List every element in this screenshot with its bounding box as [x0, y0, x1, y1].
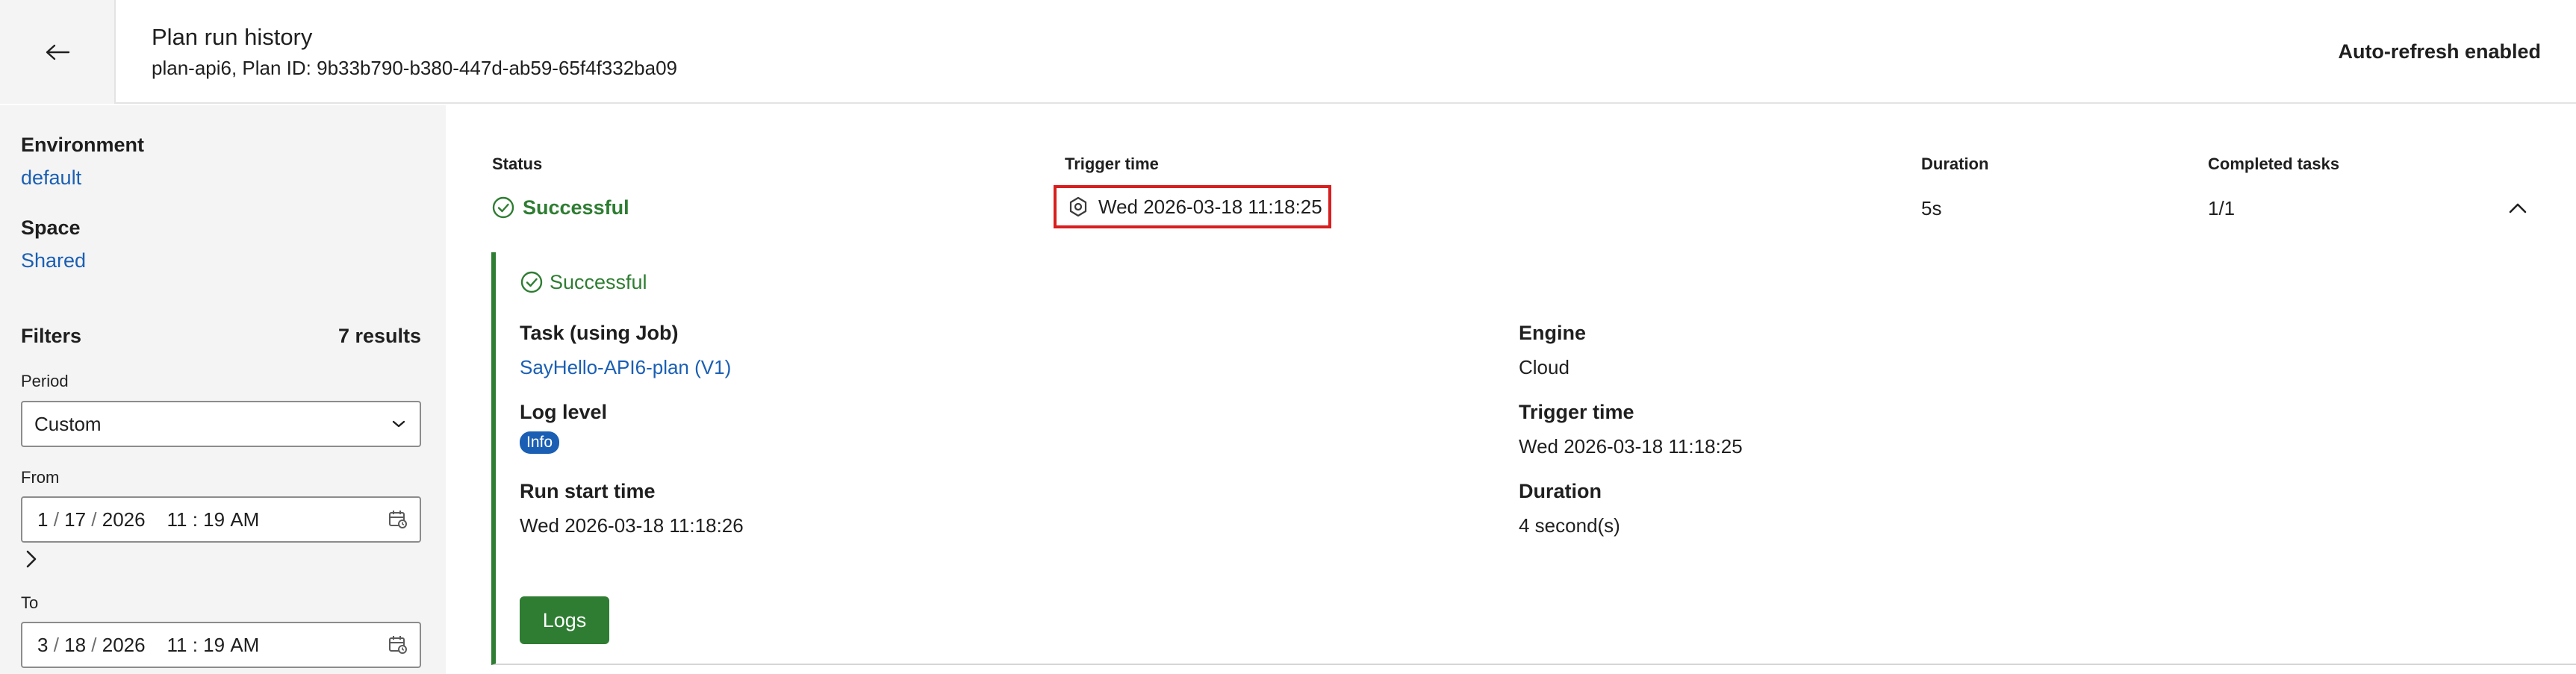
to-day[interactable]: 18	[64, 634, 86, 657]
run-detail-panel: Successful Task (using Job) SayHello-API…	[491, 252, 2576, 665]
detail-trigger-time-value: Wed 2026-03-18 11:18:25	[1519, 435, 1743, 458]
space-label: Space	[21, 216, 81, 239]
auto-refresh-status: Auto-refresh enabled	[2338, 40, 2541, 63]
chevron-down-icon	[392, 420, 405, 428]
detail-trigger-time-label: Trigger time	[1519, 401, 1634, 423]
column-header-status[interactable]: Status	[492, 155, 542, 174]
from-datetime-input[interactable]: 1 / 17 / 2026 11 : 19 AM	[21, 496, 421, 543]
from-hour[interactable]: 11	[167, 508, 187, 531]
engine-value: Cloud	[1519, 356, 1569, 378]
to-datetime-value: 3 / 18 / 2026 11 : 19 AM	[37, 633, 260, 657]
chevron-up-icon	[2509, 203, 2527, 213]
row-duration: 5s	[1921, 197, 1942, 219]
to-ampm[interactable]: AM	[230, 634, 259, 657]
to-month[interactable]: 3	[37, 634, 48, 657]
to-hour[interactable]: 11	[167, 634, 187, 657]
page-subtitle: plan-api6, Plan ID: 9b33b790-b380-447d-a…	[152, 57, 678, 79]
row-completed-tasks: 1/1	[2208, 197, 2236, 219]
environment-link[interactable]: default	[21, 166, 81, 190]
space-link[interactable]: Shared	[21, 249, 86, 272]
to-label: To	[21, 593, 39, 612]
detail-status-text: Successful	[550, 270, 647, 293]
back-button[interactable]	[0, 0, 116, 104]
from-datetime-value: 1 / 17 / 2026 11 : 19 AM	[37, 508, 260, 531]
period-label: Period	[21, 372, 69, 390]
from-day[interactable]: 17	[64, 508, 86, 531]
detail-duration-value: 4 second(s)	[1519, 514, 1620, 537]
period-select-value: Custom	[34, 412, 102, 435]
to-minute[interactable]: 19	[203, 634, 225, 657]
calendar-icon[interactable]	[388, 635, 408, 655]
filters-sidebar: Environment default Space Shared Filters…	[0, 105, 446, 674]
row-status-text: Successful	[523, 196, 629, 219]
detail-status: Successful	[520, 270, 647, 294]
to-year[interactable]: 2026	[102, 634, 146, 657]
check-circle-icon	[492, 196, 514, 219]
from-year[interactable]: 2026	[102, 508, 146, 531]
column-header-completed-tasks[interactable]: Completed tasks	[2208, 155, 2339, 174]
row-trigger-time: Wed 2026-03-18 11:18:25	[1054, 185, 1331, 228]
row-trigger-time-text: Wed 2026-03-18 11:18:25	[1098, 195, 1322, 218]
to-datetime-input[interactable]: 3 / 18 / 2026 11 : 19 AM	[21, 622, 421, 668]
detail-duration-label: Duration	[1519, 480, 1602, 502]
row-status: Successful	[491, 196, 629, 219]
column-header-duration[interactable]: Duration	[1921, 155, 1988, 174]
logs-button[interactable]: Logs	[520, 596, 609, 644]
from-month[interactable]: 1	[37, 508, 48, 531]
run-start-label: Run start time	[520, 480, 656, 502]
period-select[interactable]: Custom	[21, 401, 421, 447]
gear-hexagon-icon	[1069, 196, 1087, 217]
from-minute[interactable]: 19	[203, 508, 225, 531]
chevron-right-icon[interactable]	[22, 548, 40, 570]
run-start-value: Wed 2026-03-18 11:18:26	[520, 514, 744, 537]
from-ampm[interactable]: AM	[230, 508, 259, 531]
results-count: 7 results	[337, 325, 421, 347]
log-level-label: Log level	[520, 401, 608, 423]
page-title: Plan run history	[152, 24, 313, 50]
calendar-icon[interactable]	[388, 510, 408, 529]
column-header-trigger-time[interactable]: Trigger time	[1065, 155, 1159, 174]
from-label: From	[21, 468, 60, 487]
engine-label: Engine	[1519, 322, 1587, 344]
check-circle-icon	[520, 271, 543, 293]
task-link[interactable]: SayHello-API6-plan (V1)	[520, 356, 731, 379]
environment-label: Environment	[21, 134, 145, 156]
arrow-left-icon	[46, 44, 69, 60]
log-level-badge: Info	[520, 431, 560, 454]
filters-heading: Filters	[21, 325, 82, 347]
task-label: Task (using Job)	[520, 322, 679, 344]
collapse-row-button[interactable]	[2505, 196, 2530, 221]
page-header: Plan run history plan-api6, Plan ID: 9b3…	[0, 0, 2576, 104]
